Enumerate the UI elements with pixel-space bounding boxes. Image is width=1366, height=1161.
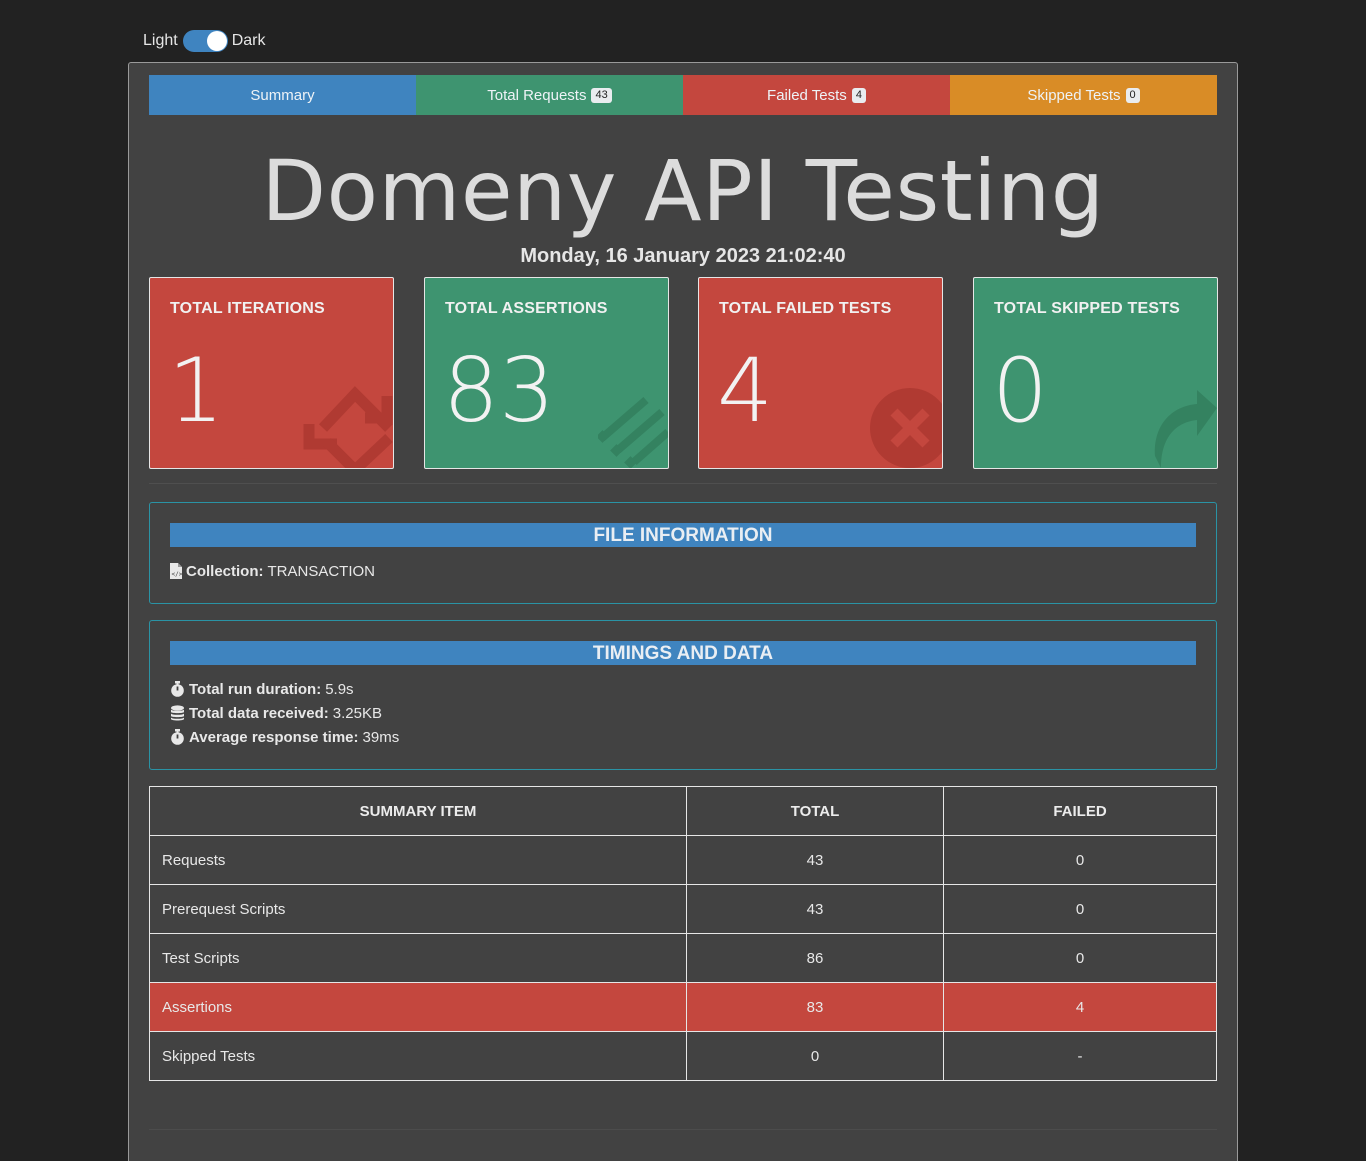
section-divider xyxy=(149,483,1217,484)
summary-item-cell: Skipped Tests xyxy=(149,1031,687,1081)
card-value: 4 xyxy=(717,339,773,442)
card-total-iterations: TOTAL ITERATIONS 1 xyxy=(149,277,394,469)
database-icon xyxy=(171,705,184,721)
stopwatch-icon xyxy=(171,729,184,745)
summary-item-cell: Prerequest Scripts xyxy=(149,884,687,934)
share-icon xyxy=(1154,390,1217,468)
collection-label: Collection: xyxy=(186,562,264,580)
failed-cell: 0 xyxy=(943,835,1217,885)
failed-cell: - xyxy=(943,1031,1217,1081)
failed-cell: 4 xyxy=(943,982,1217,1032)
timings-panel: TIMINGS AND DATA Total run duration: 5.9… xyxy=(149,620,1217,770)
sync-icon xyxy=(303,386,393,468)
tab-failed-tests-badge: 4 xyxy=(851,87,866,103)
timing-row: Total data received: 3.25KB xyxy=(170,701,1216,725)
tab-skipped-tests[interactable]: Skipped Tests 0 xyxy=(950,75,1217,115)
bottom-divider xyxy=(149,1129,1217,1130)
total-cell: 0 xyxy=(686,1031,944,1081)
card-value: 1 xyxy=(168,339,224,442)
timing-row: Average response time: 39ms xyxy=(170,725,1216,749)
table-row: Skipped Tests 0 - xyxy=(149,1031,1217,1081)
column-header-failed: FAILED xyxy=(943,786,1217,836)
tab-skipped-tests-label: Skipped Tests xyxy=(1027,86,1121,104)
tab-failed-tests[interactable]: Failed Tests 4 xyxy=(683,75,950,115)
report-container: Summary Total Requests 43 Failed Tests 4… xyxy=(128,62,1238,1161)
tab-skipped-tests-badge: 0 xyxy=(1125,87,1140,103)
tab-total-requests-label: Total Requests xyxy=(487,86,587,104)
card-total-failed-tests: TOTAL FAILED TESTS 4 xyxy=(698,277,943,469)
card-label: TOTAL SKIPPED TESTS xyxy=(994,300,1181,317)
column-header-summary-item: SUMMARY ITEM xyxy=(149,786,687,836)
card-total-assertions: TOTAL ASSERTIONS 83 xyxy=(424,277,669,469)
card-label: TOTAL ITERATIONS xyxy=(170,300,325,317)
tasks-icon xyxy=(598,396,668,468)
report-tabs: Summary Total Requests 43 Failed Tests 4… xyxy=(149,75,1217,115)
summary-table: SUMMARY ITEM TOTAL FAILED Requests 43 0 … xyxy=(149,786,1217,1081)
timing-value: 5.9s xyxy=(325,680,354,698)
total-cell: 43 xyxy=(686,835,944,885)
summary-item-cell: Test Scripts xyxy=(149,933,687,983)
card-value: 83 xyxy=(443,339,555,442)
table-row: Test Scripts 86 0 xyxy=(149,933,1217,983)
total-cell: 43 xyxy=(686,884,944,934)
card-value: 0 xyxy=(992,339,1048,442)
timing-value: 3.25KB xyxy=(332,704,382,722)
tab-failed-tests-label: Failed Tests xyxy=(767,86,847,104)
timing-label: Total run duration: xyxy=(189,680,322,698)
timings-heading: TIMINGS AND DATA xyxy=(170,641,1196,665)
theme-toggle: Light Dark xyxy=(143,29,265,53)
tab-total-requests[interactable]: Total Requests 43 xyxy=(416,75,683,115)
timing-label: Total data received: xyxy=(189,704,329,722)
total-cell: 83 xyxy=(686,982,944,1032)
card-label: TOTAL FAILED TESTS xyxy=(719,300,892,317)
stat-cards: TOTAL ITERATIONS 1 TOTAL ASSERTIONS 83 T… xyxy=(149,277,1218,469)
timing-row: Total run duration: 5.9s xyxy=(170,677,1216,701)
table-row: Assertions 83 4 xyxy=(149,982,1217,1032)
theme-switch[interactable] xyxy=(182,30,228,52)
card-label: TOTAL ASSERTIONS xyxy=(445,300,608,317)
failed-cell: 0 xyxy=(943,933,1217,983)
table-row: Requests 43 0 xyxy=(149,835,1217,885)
stopwatch-icon xyxy=(171,681,184,697)
svg-text:</>: </> xyxy=(172,571,183,578)
column-header-total: TOTAL xyxy=(686,786,944,836)
theme-light-label: Light xyxy=(143,32,178,49)
tab-total-requests-badge: 43 xyxy=(591,87,612,103)
collection-line: </> Collection: TRANSACTION xyxy=(170,559,1216,583)
failed-cell: 0 xyxy=(943,884,1217,934)
collection-value: TRANSACTION xyxy=(267,562,376,580)
total-cell: 86 xyxy=(686,933,944,983)
theme-dark-label: Dark xyxy=(231,32,266,49)
timing-label: Average response time: xyxy=(189,728,359,746)
card-total-skipped-tests: TOTAL SKIPPED TESTS 0 xyxy=(973,277,1218,469)
file-information-heading: FILE INFORMATION xyxy=(170,523,1196,547)
file-code-icon: </> xyxy=(170,563,182,579)
table-row: Prerequest Scripts 43 0 xyxy=(149,884,1217,934)
timing-value: 39ms xyxy=(362,728,400,746)
file-information-panel: FILE INFORMATION </> Collection: TRANSAC… xyxy=(149,502,1217,604)
run-date: Monday, 16 January 2023 21:02:40 xyxy=(520,245,846,267)
summary-item-cell: Assertions xyxy=(149,982,687,1032)
page-title: Domeny API Testing xyxy=(261,142,1105,240)
tab-summary[interactable]: Summary xyxy=(149,75,416,115)
theme-switch-knob xyxy=(206,31,227,51)
times-circle-icon xyxy=(870,388,942,468)
tab-summary-label: Summary xyxy=(250,86,315,104)
summary-item-cell: Requests xyxy=(149,835,687,885)
table-header-row: SUMMARY ITEM TOTAL FAILED xyxy=(149,786,1217,836)
